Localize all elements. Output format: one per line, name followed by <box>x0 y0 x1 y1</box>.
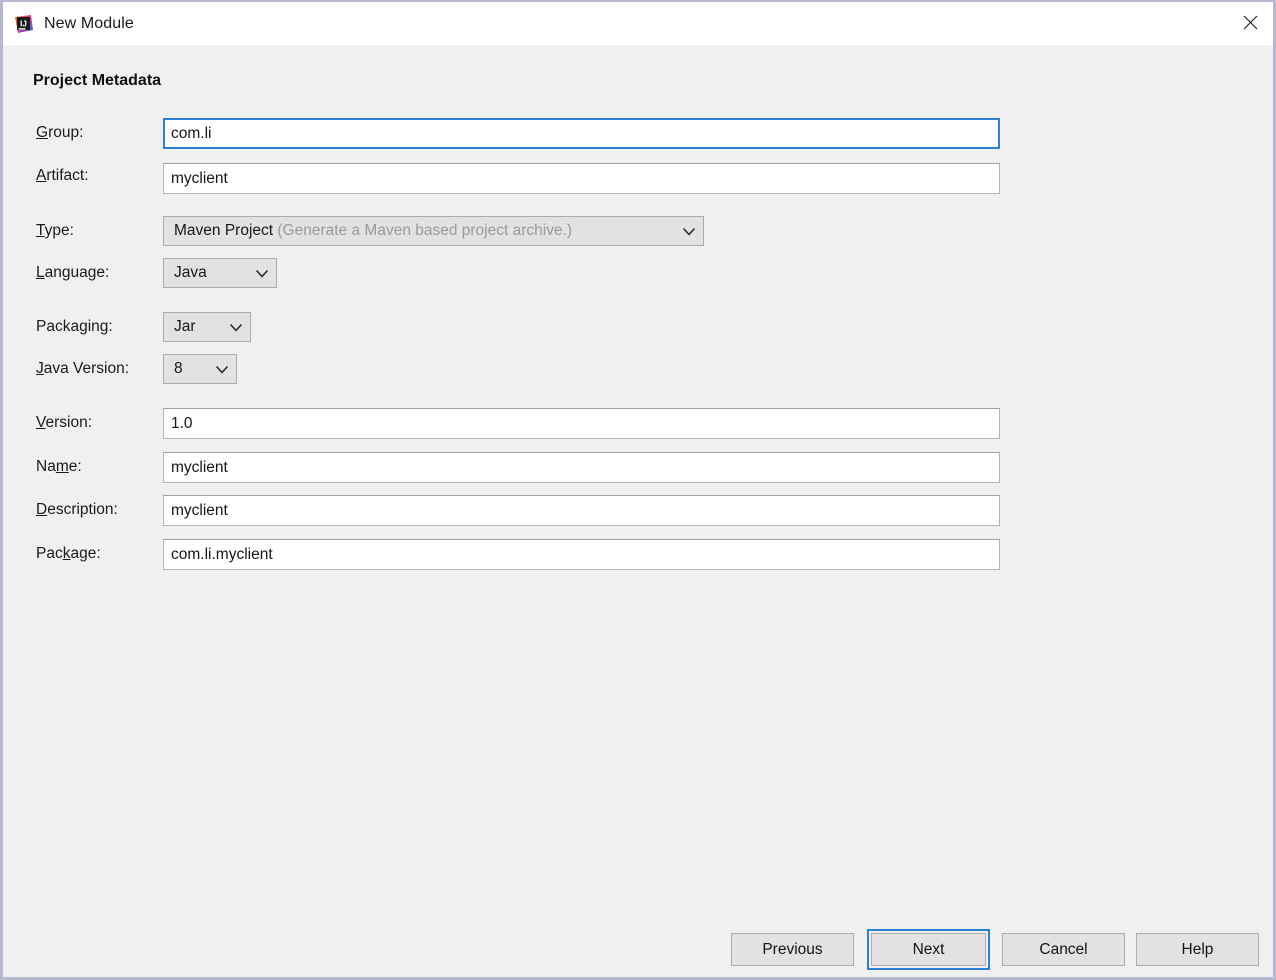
field-row-type: Type: Maven Project (Generate a Maven ba… <box>3 216 1273 246</box>
group-input[interactable]: com.li <box>163 118 1000 149</box>
mnemonic-t: T <box>36 222 45 239</box>
label-package: Package: <box>36 539 101 569</box>
label-language: Language: <box>36 258 109 288</box>
label-description-rest: escription: <box>47 501 118 518</box>
packaging-combo[interactable]: Jar <box>163 312 251 342</box>
label-group: Group: <box>36 118 83 148</box>
name-input[interactable]: myclient <box>163 452 1000 483</box>
svg-text:IJ: IJ <box>20 19 27 28</box>
label-artifact: Artifact: <box>36 161 89 191</box>
type-combo-value: Maven Project (Generate a Maven based pr… <box>164 222 675 240</box>
label-package-pre: Pac <box>36 545 63 562</box>
package-input[interactable]: com.li.myclient <box>163 539 1000 570</box>
version-input[interactable]: 1.0 <box>163 408 1000 439</box>
close-icon[interactable] <box>1227 2 1273 43</box>
field-row-name: Name: myclient <box>3 452 1273 483</box>
page-title: Project Metadata <box>33 72 162 89</box>
help-button[interactable]: Help <box>1136 933 1259 966</box>
cancel-button[interactable]: Cancel <box>1002 933 1125 966</box>
dialog-content: Project Metadata Group: com.li Artifact:… <box>3 45 1273 977</box>
label-group-rest: roup: <box>48 124 84 141</box>
field-row-version: Version: 1.0 <box>3 408 1273 439</box>
mnemonic-j: J <box>36 360 44 377</box>
label-packaging: Packaging: <box>36 312 113 342</box>
next-button-focus-ring: Next <box>867 929 990 970</box>
label-description: Description: <box>36 495 118 525</box>
chevron-down-icon <box>675 227 703 236</box>
window-title: New Module <box>44 14 134 32</box>
dialog-button-bar: Previous Next Cancel Help <box>3 917 1273 977</box>
label-name-post: e: <box>68 458 82 475</box>
field-row-artifact: Artifact: myclient <box>3 161 1273 194</box>
type-combo[interactable]: Maven Project (Generate a Maven based pr… <box>163 216 704 246</box>
chevron-down-icon <box>248 269 276 278</box>
java-version-combo[interactable]: 8 <box>163 354 237 384</box>
chevron-down-icon <box>208 365 236 374</box>
mnemonic-g2: g <box>79 318 88 335</box>
type-combo-main: Maven Project <box>174 222 274 239</box>
field-row-description: Description: myclient <box>3 495 1273 526</box>
description-input[interactable]: myclient <box>163 495 1000 526</box>
mnemonic-g: G <box>36 124 49 141</box>
label-name-pre: Na <box>36 458 56 475</box>
label-artifact-rest: rtifact: <box>46 167 89 184</box>
field-row-language: Language: Java <box>3 258 1273 288</box>
field-row-package: Package: com.li.myclient <box>3 539 1273 570</box>
type-combo-hint: (Generate a Maven based project archive.… <box>277 222 573 239</box>
field-row-group: Group: com.li <box>3 118 1273 149</box>
java-version-combo-value: 8 <box>174 360 183 377</box>
titlebar: IJ New Module <box>3 2 1273 45</box>
label-package-post: age: <box>70 545 101 562</box>
artifact-input[interactable]: myclient <box>163 163 1000 194</box>
label-version-rest: ersion: <box>45 414 93 431</box>
label-packaging-post: ing: <box>87 318 113 335</box>
label-packaging-pre: Packa <box>36 318 80 335</box>
label-language-rest: anguage: <box>44 264 110 281</box>
field-row-java-version: Java Version: 8 <box>3 354 1273 384</box>
new-module-dialog: IJ New Module Project Metadata Group: co… <box>0 0 1276 980</box>
mnemonic-d: D <box>36 501 48 518</box>
packaging-combo-value: Jar <box>174 318 196 335</box>
next-button[interactable]: Next <box>871 933 986 966</box>
label-java-version: Java Version: <box>36 354 129 384</box>
label-type: Type: <box>36 216 74 246</box>
chevron-down-icon <box>222 323 250 332</box>
language-combo[interactable]: Java <box>163 258 277 288</box>
label-version: Version: <box>36 408 92 438</box>
mnemonic-a: A <box>36 167 47 184</box>
previous-button[interactable]: Previous <box>731 933 854 966</box>
mnemonic-l: L <box>36 264 45 281</box>
label-type-rest: ype: <box>44 222 74 239</box>
intellij-idea-icon: IJ <box>14 14 34 34</box>
field-row-packaging: Packaging: Jar <box>3 312 1273 342</box>
mnemonic-m: m <box>55 458 69 475</box>
label-java-version-rest: ava Version: <box>43 360 130 377</box>
language-combo-value: Java <box>174 264 207 281</box>
label-name: Name: <box>36 452 82 482</box>
